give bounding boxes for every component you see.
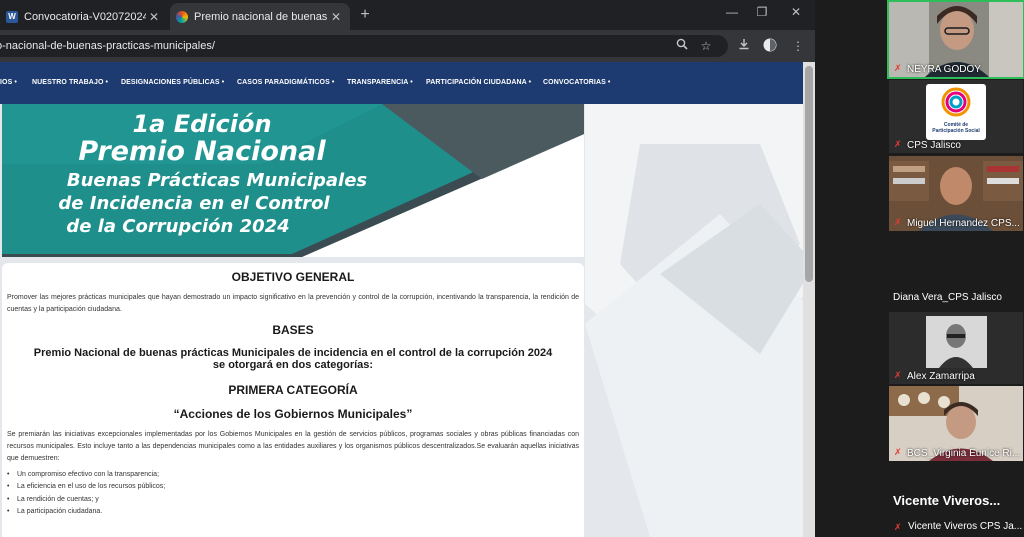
site-logo-icon <box>176 10 188 23</box>
mic-muted-icon: ✗ <box>894 63 902 73</box>
mic-muted-icon: ✗ <box>894 522 902 532</box>
premio-title: Premio Nacional de buenas prácticas Muni… <box>33 347 553 359</box>
list-item: Un compromiso efectivo con la transparen… <box>5 469 165 482</box>
profile-icon[interactable] <box>762 38 778 54</box>
browser-window: W Convocatoria-V02072024.docx ✕ Premio n… <box>0 0 815 537</box>
hero-edition: 1a Edición <box>132 110 272 138</box>
nav-item-inicio[interactable]: IOS • <box>0 79 17 86</box>
close-icon[interactable]: ✕ <box>328 10 344 24</box>
window-close-icon[interactable]: ✕ <box>786 5 806 19</box>
criteria-list: Un compromiso efectivo con la transparen… <box>5 469 165 518</box>
participant-tile-miguel[interactable]: ✗ Miguel Hernandez CPS... <box>889 156 1023 231</box>
word-doc-icon: W <box>6 10 18 23</box>
hero-line-4: de Incidencia en el Control <box>58 193 330 214</box>
cps-logo-text: Comité de Participación Social <box>932 122 980 134</box>
participant-name: CPS Jalisco <box>907 140 961 151</box>
participant-name: NEYRA GODOY <box>907 64 981 75</box>
nav-item-convocatorias[interactable]: CONVOCATORIAS • <box>543 79 610 86</box>
tab-strip: W Convocatoria-V02072024.docx ✕ Premio n… <box>0 0 815 30</box>
objetivo-text: Promover las mejores prácticas municipal… <box>7 294 579 313</box>
nav-item-participacion[interactable]: PARTICIPACIÓN CIUDADANA • <box>426 79 531 86</box>
mic-muted-icon: ✗ <box>894 447 902 457</box>
hero-line-3: Buenas Prácticas Municipales <box>66 170 368 191</box>
participant-name: Alex Zamarripa <box>907 371 975 382</box>
menu-kebab-icon[interactable]: ⋮ <box>790 38 806 54</box>
page-viewport: IOS • NUESTRO TRABAJO • DESIGNACIONES PÚ… <box>0 62 815 537</box>
page-scrollbar[interactable] <box>803 62 815 537</box>
cps-logo-icon <box>941 87 971 117</box>
restore-icon[interactable]: ❐ <box>752 5 772 19</box>
participant-name-diana[interactable]: Diana Vera_CPS Jalisco <box>893 292 1002 303</box>
mic-muted-icon: ✗ <box>894 370 902 380</box>
tab-convocatoria[interactable]: W Convocatoria-V02072024.docx ✕ <box>0 3 168 30</box>
url-text: o-nacional-de-buenas-practicas-municipal… <box>0 40 215 52</box>
list-item: La eficiencia en el uso de los recursos … <box>5 481 165 494</box>
address-bar: o-nacional-de-buenas-practicas-municipal… <box>0 30 815 62</box>
nav-item-transparencia[interactable]: TRANSPARENCIA • <box>347 79 413 86</box>
close-icon[interactable]: ✕ <box>146 10 162 24</box>
participant-name: BCS_Virginia Eunice Ri... <box>907 448 1021 459</box>
minimize-icon[interactable]: — <box>722 5 742 19</box>
mic-muted-icon: ✗ <box>894 217 902 227</box>
tab-title: Premio nacional de buenas prá <box>194 10 328 23</box>
list-item: La participación ciudadana. <box>5 506 165 519</box>
objetivo-heading: OBJETIVO GENERAL <box>231 270 355 284</box>
participant-name-vicente[interactable]: Vicente Viveros CPS Ja... <box>908 521 1022 532</box>
categoria-heading: PRIMERA CATEGORÍA <box>228 383 358 397</box>
nav-item-designaciones[interactable]: DESIGNACIONES PÚBLICAS • <box>121 79 224 86</box>
participant-tile-cps[interactable]: Comité de Participación Social ✗ CPS Jal… <box>889 80 1023 153</box>
mic-muted-icon: ✗ <box>894 139 902 149</box>
participant-name-vicente-large[interactable]: Vicente Viveros... <box>893 493 1000 508</box>
categoria-text: Se premiarán las iniciativas excepcional… <box>7 431 579 462</box>
list-item: La rendición de cuentas; y <box>5 494 165 507</box>
participant-tile-virginia[interactable]: ✗ BCS_Virginia Eunice Ri... <box>889 386 1023 461</box>
nav-item-nuestro-trabajo[interactable]: NUESTRO TRABAJO • <box>32 79 108 86</box>
hero-line-5: de la Corrupción 2024 <box>66 216 290 237</box>
categoria-subtitle: “Acciones de los Gobiernos Municipales” <box>173 407 413 421</box>
zoom-icon[interactable] <box>674 38 690 54</box>
bases-heading: BASES <box>272 323 314 337</box>
nav-item-casos[interactable]: CASOS PARADIGMÁTICOS • <box>237 79 334 86</box>
url-field[interactable]: o-nacional-de-buenas-practicas-municipal… <box>0 35 728 57</box>
meeting-participants-panel: ✗ NEYRA GODOY Comité de Participación So… <box>815 0 1024 537</box>
new-tab-icon[interactable]: + <box>355 6 375 24</box>
hero-premio: Premio Nacional <box>78 136 326 167</box>
download-icon[interactable] <box>736 38 752 54</box>
cps-logo: Comité de Participación Social <box>926 84 986 140</box>
bookmark-star-icon[interactable]: ☆ <box>698 38 714 54</box>
participant-tile-neyra[interactable]: ✗ NEYRA GODOY <box>887 0 1024 79</box>
tab-title: Convocatoria-V02072024.docx <box>24 10 146 23</box>
participant-tile-alex[interactable]: ✗ Alex Zamarripa <box>889 312 1023 384</box>
hero-banner: 1a Edición Premio Nacional Buenas Prácti… <box>2 104 584 257</box>
site-navigation: IOS • NUESTRO TRABAJO • DESIGNACIONES PÚ… <box>0 62 803 104</box>
tab-premio-nacional[interactable]: Premio nacional de buenas prá ✕ <box>170 3 350 30</box>
premio-subtitle: se otorgará en dos categorías: <box>212 359 374 371</box>
scrollbar-thumb[interactable] <box>805 66 813 282</box>
participant-name: Miguel Hernandez CPS... <box>907 218 1020 229</box>
